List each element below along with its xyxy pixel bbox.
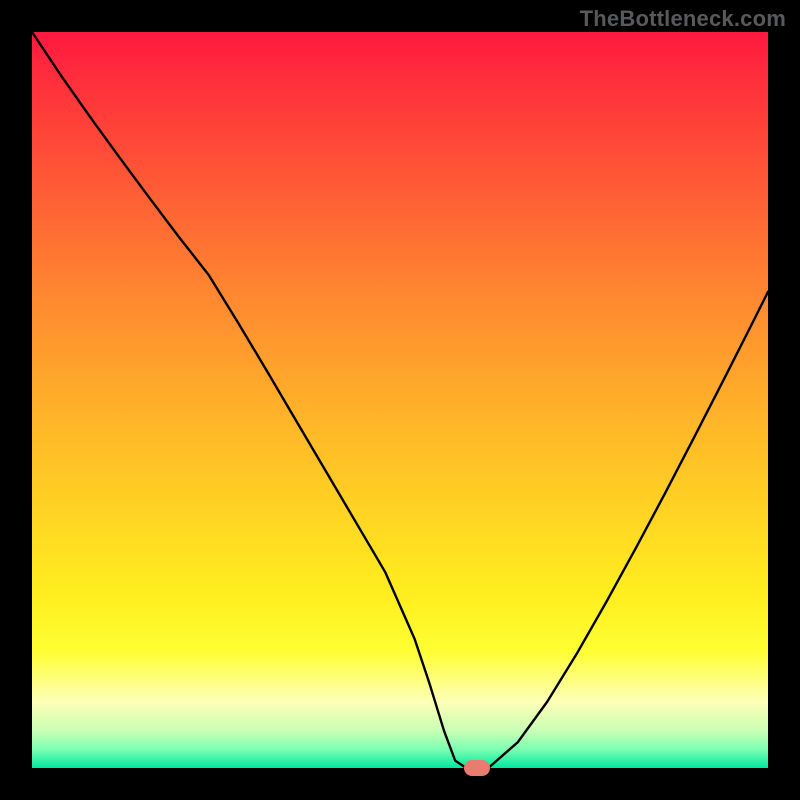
optimum-marker — [464, 760, 490, 776]
chart-frame: TheBottleneck.com — [0, 0, 800, 800]
bottleneck-curve — [32, 32, 768, 768]
attribution-label: TheBottleneck.com — [580, 6, 786, 32]
plot-area — [32, 32, 768, 768]
